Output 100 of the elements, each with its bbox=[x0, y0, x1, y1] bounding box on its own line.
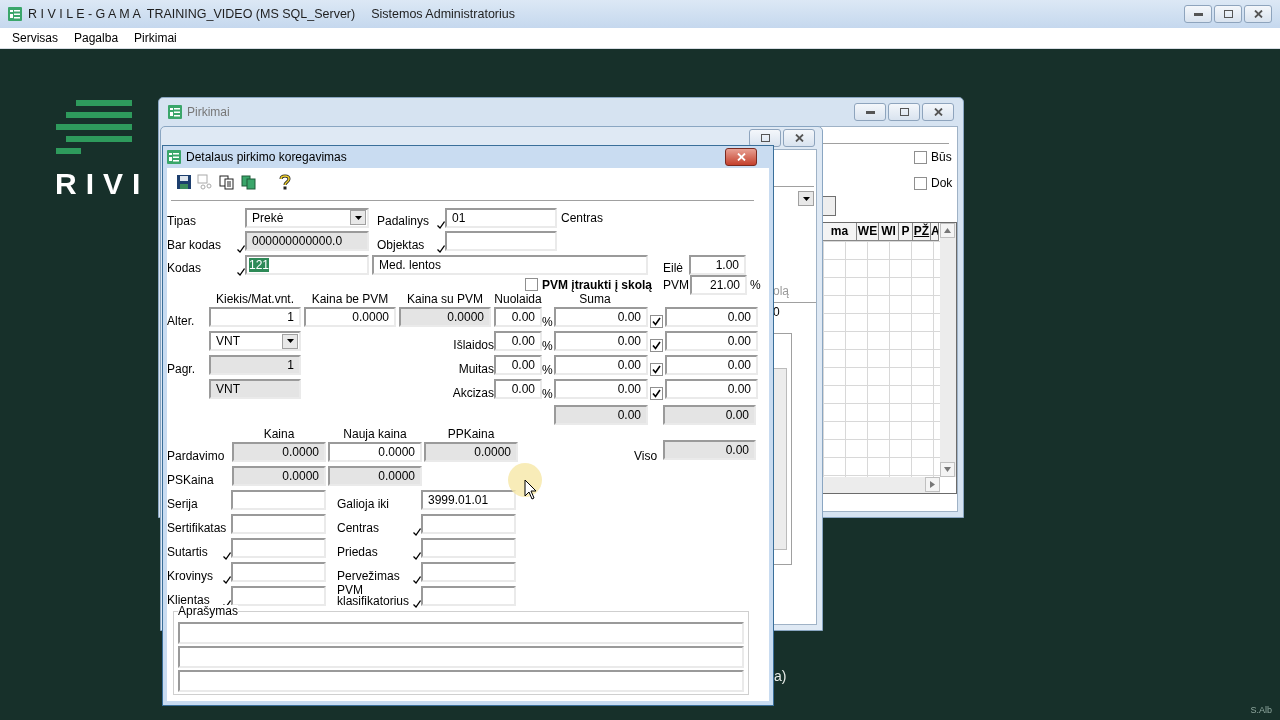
percent-field[interactable]: 0.00 bbox=[494, 379, 542, 399]
description-field[interactable] bbox=[178, 622, 744, 644]
barcode-field[interactable]: 000000000000.0 bbox=[245, 231, 369, 251]
total-field[interactable]: 0.00 bbox=[665, 331, 758, 351]
text-field[interactable] bbox=[421, 514, 516, 534]
vat-field[interactable]: 21.00 bbox=[690, 274, 747, 295]
copy-icon[interactable] bbox=[219, 174, 235, 190]
help-icon[interactable] bbox=[279, 174, 291, 190]
row-label: Pardavimo bbox=[167, 449, 226, 464]
unit-field[interactable]: VNT bbox=[209, 379, 301, 399]
text-field[interactable] bbox=[231, 538, 326, 558]
column-header: Kaina bbox=[262, 428, 296, 440]
arrow-icon bbox=[944, 227, 951, 234]
field-label: Tipas bbox=[167, 214, 197, 229]
row-label: Pagr. bbox=[167, 362, 197, 377]
field-label: PVM bbox=[663, 278, 690, 293]
menu-item[interactable]: Servisas bbox=[4, 31, 66, 45]
save-icon[interactable] bbox=[177, 175, 191, 189]
name-field[interactable]: Med. lentos bbox=[372, 254, 648, 275]
checkbox[interactable] bbox=[650, 315, 663, 328]
percent-field[interactable]: 0.00 bbox=[494, 307, 542, 327]
dropdown-button[interactable] bbox=[798, 191, 814, 206]
type-dropdown[interactable]: Prekė bbox=[245, 207, 369, 228]
checkbox[interactable] bbox=[525, 278, 538, 291]
user-name: Sistemos Administratorius bbox=[371, 7, 515, 21]
price-field[interactable]: 0.0000 bbox=[399, 307, 491, 327]
sum-field[interactable]: 0.00 bbox=[554, 331, 648, 351]
quantity-field[interactable]: 1 bbox=[209, 355, 301, 375]
column-header[interactable]: P bbox=[899, 223, 913, 241]
percent-sign: % bbox=[542, 339, 554, 353]
option-label: Būs bbox=[931, 150, 952, 164]
text-field[interactable] bbox=[231, 514, 326, 534]
column-header[interactable]: WE bbox=[857, 223, 879, 241]
code-field[interactable]: 121 bbox=[245, 254, 369, 275]
checkbox[interactable] bbox=[650, 363, 663, 376]
description-field[interactable] bbox=[178, 646, 744, 668]
sum-field[interactable]: 0.00 bbox=[554, 307, 648, 327]
column-header: Nauja kaina bbox=[342, 428, 408, 440]
grand-total-field[interactable]: 0.00 bbox=[663, 404, 756, 425]
caret-icon bbox=[354, 215, 362, 220]
minimize-button[interactable] bbox=[1184, 5, 1212, 23]
percent-sign: % bbox=[542, 387, 554, 401]
text-field[interactable] bbox=[231, 562, 326, 582]
text-field[interactable] bbox=[421, 586, 516, 606]
close-button[interactable] bbox=[1244, 5, 1272, 23]
price-field[interactable]: 0.0000 bbox=[328, 442, 422, 462]
checkbox[interactable] bbox=[914, 176, 927, 190]
column-header[interactable]: WI bbox=[879, 223, 899, 241]
close-button[interactable] bbox=[783, 129, 815, 147]
field-label: Galioja iki bbox=[337, 497, 391, 512]
maximize-button[interactable] bbox=[1214, 5, 1242, 23]
column-header[interactable]: PŽ bbox=[913, 223, 931, 241]
close-button[interactable] bbox=[725, 148, 757, 166]
text-field[interactable] bbox=[421, 562, 516, 582]
total-field[interactable]: 0.00 bbox=[665, 355, 758, 375]
dialog-title: Detalaus pirkimo koregavimas bbox=[186, 150, 347, 164]
column-header[interactable]: ma bbox=[823, 223, 857, 241]
percent-field[interactable]: 0.00 bbox=[494, 355, 542, 375]
total-field[interactable]: 0.00 bbox=[665, 307, 758, 327]
total-field[interactable]: 0.00 bbox=[663, 440, 756, 460]
horizontal-scrollbar[interactable] bbox=[823, 477, 940, 493]
unit-dropdown[interactable]: VNT bbox=[209, 331, 301, 351]
checkbox[interactable] bbox=[650, 339, 663, 352]
copy-icon[interactable] bbox=[241, 174, 257, 190]
checkbox[interactable] bbox=[914, 150, 927, 164]
checkbox-label: PVM įtraukti į skolą bbox=[542, 277, 653, 292]
maximize-icon bbox=[899, 108, 909, 116]
total-label: Viso bbox=[634, 449, 659, 464]
text-field[interactable] bbox=[421, 538, 516, 558]
sum-field[interactable]: 0.00 bbox=[554, 355, 648, 375]
checkbox[interactable] bbox=[650, 387, 663, 400]
close-button[interactable] bbox=[922, 103, 954, 121]
price-field[interactable]: 0.0000 bbox=[232, 466, 326, 486]
price-field[interactable]: 0.0000 bbox=[328, 466, 422, 486]
vertical-scrollbar[interactable] bbox=[940, 223, 956, 477]
total-field[interactable]: 0.00 bbox=[665, 379, 758, 399]
department-field[interactable]: 01 bbox=[445, 207, 557, 228]
quantity-field[interactable]: 1 bbox=[209, 307, 301, 327]
sum-total-field[interactable]: 0.00 bbox=[554, 404, 648, 425]
price-field[interactable]: 0.0000 bbox=[232, 442, 326, 462]
price-field[interactable]: 0.0000 bbox=[304, 307, 396, 327]
price-field[interactable]: 0.0000 bbox=[424, 442, 518, 462]
percent-field[interactable]: 0.00 bbox=[494, 331, 542, 351]
minimize-icon bbox=[1193, 12, 1203, 16]
object-field[interactable] bbox=[445, 231, 557, 251]
maximize-button[interactable] bbox=[749, 129, 781, 147]
row-number-field[interactable]: 1.00 bbox=[689, 254, 746, 275]
maximize-button[interactable] bbox=[888, 103, 920, 121]
description-field[interactable] bbox=[178, 670, 744, 692]
text-field[interactable]: 3999.01.01 bbox=[421, 490, 516, 510]
minimize-button[interactable] bbox=[854, 103, 886, 121]
field-label: PVM klasifikatorius bbox=[337, 585, 411, 607]
logo-text: RIVI bbox=[55, 167, 150, 201]
menu-item[interactable]: Pagalba bbox=[66, 31, 127, 45]
menu-item[interactable]: Pirkimai bbox=[126, 31, 185, 45]
logo-icon bbox=[56, 100, 132, 156]
text-field[interactable] bbox=[231, 490, 326, 510]
text-field[interactable] bbox=[231, 586, 326, 606]
sum-field[interactable]: 0.00 bbox=[554, 379, 648, 399]
field-label: Eilė bbox=[663, 261, 684, 276]
